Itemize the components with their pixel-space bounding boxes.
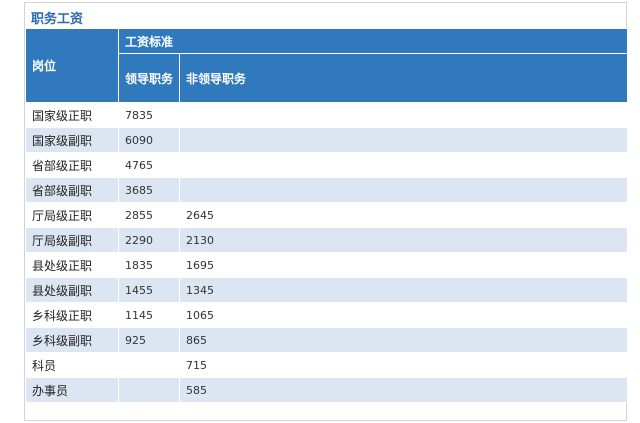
cell-leader: 925 [118,327,180,353]
cell-nonleader: 1065 [178,302,629,328]
cell-nonleader: 585 [178,377,629,403]
cell-leader: 1835 [118,252,180,278]
cell-post: 国家级副职 [25,127,119,153]
cell-nonleader: 1345 [178,277,629,303]
cell-nonleader: 715 [178,352,629,378]
cell-post: 县处级正职 [25,252,119,278]
table-row: 科员 715 [25,352,629,378]
cell-nonleader [178,102,629,128]
cell-nonleader: 2130 [178,227,629,253]
table-row: 国家级正职 7835 [25,102,629,128]
table-row: 国家级副职 6090 [25,127,629,153]
header-post: 岗位 [25,28,119,103]
cell-post: 县处级副职 [25,277,119,303]
header-nonleader: 非领导职务 [178,53,629,103]
cell-leader: 2290 [118,227,180,253]
table-row: 省部级正职 4765 [25,152,629,178]
cell-post: 厅局级副职 [25,227,119,253]
cell-post: 国家级正职 [25,102,119,128]
cell-nonleader [178,152,629,178]
table-row: 县处级副职 1455 1345 [25,277,629,303]
cell-leader: 6090 [118,127,180,153]
salary-table: 岗位 工资标准 领导职务 非领导职务 国家级正职 7835 国家级副职 6090 省部级… [25,28,629,403]
table-row: 办事员 585 [25,377,629,403]
cell-post: 省部级副职 [25,177,119,203]
cell-nonleader: 865 [178,327,629,353]
cell-post: 乡科级副职 [25,327,119,353]
cell-nonleader: 2645 [178,202,629,228]
cell-leader: 2855 [118,202,180,228]
cell-leader: 1145 [118,302,180,328]
cell-nonleader [178,127,629,153]
cell-post: 厅局级正职 [25,202,119,228]
cell-post: 省部级正职 [25,152,119,178]
header-standard: 工资标准 [117,28,629,54]
table-row: 乡科级副职 925 865 [25,327,629,353]
cell-leader [118,352,180,378]
cell-post: 乡科级正职 [25,302,119,328]
cell-nonleader [178,177,629,203]
cell-leader: 4765 [118,152,180,178]
cell-leader: 7835 [118,102,180,128]
cell-leader [118,377,180,403]
header-leader: 领导职务 [118,53,180,103]
cell-post: 办事员 [25,377,119,403]
panel-title: 职务工资 [31,12,84,27]
table-row: 乡科级正职 1145 1065 [25,302,629,328]
table-row: 省部级副职 3685 [25,177,629,203]
cell-leader: 3685 [118,177,180,203]
table-row: 县处级正职 1835 1695 [25,252,629,278]
table-row: 厅局级正职 2855 2645 [25,202,629,228]
cell-post: 科员 [25,352,119,378]
cell-nonleader: 1695 [178,252,629,278]
table-body: 国家级正职 7835 国家级副职 6090 省部级正职 4765 省部级副职 3685 厅局级正… [25,102,629,403]
table-row: 厅局级副职 2290 2130 [25,227,629,253]
cell-leader: 1455 [118,277,180,303]
